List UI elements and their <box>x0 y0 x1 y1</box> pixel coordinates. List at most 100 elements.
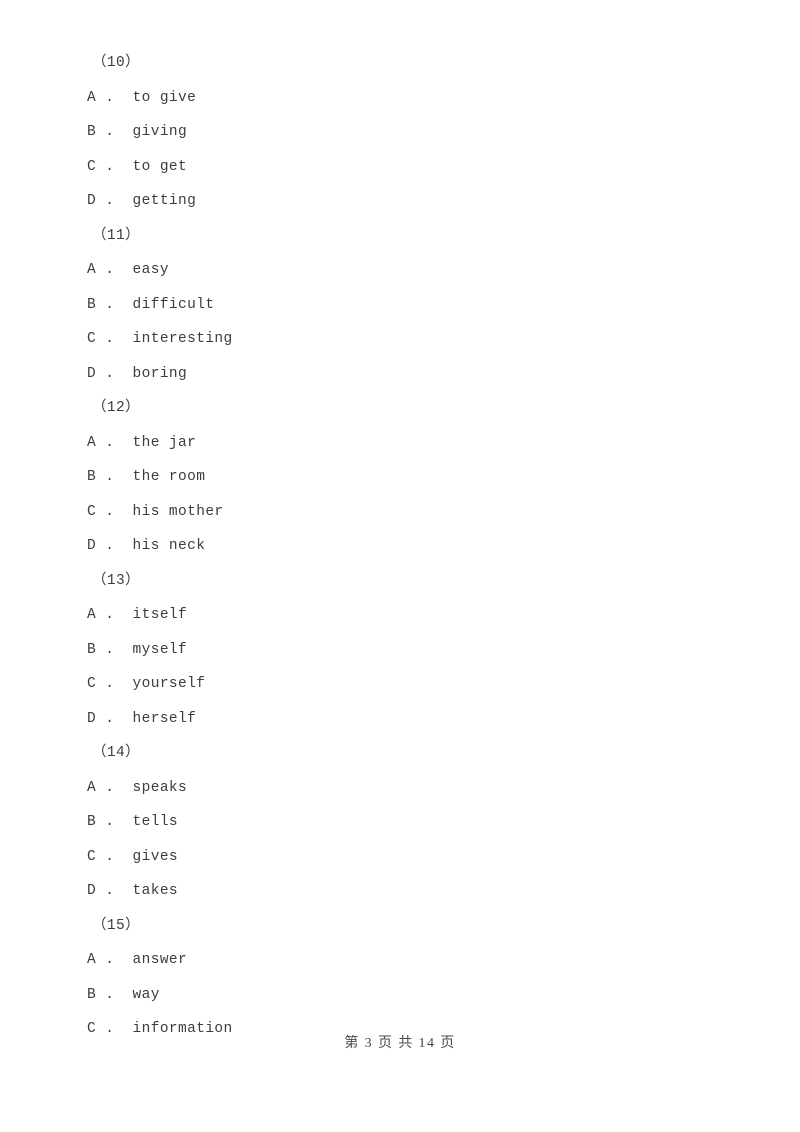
option-text: getting <box>132 193 197 209</box>
question-block: （13） A . itself B . myself C . yourself D . … <box>87 564 727 737</box>
option-letter: B <box>87 986 97 1003</box>
option-separator: . <box>96 641 133 658</box>
option-text: yourself <box>132 676 206 692</box>
option-text: gives <box>132 848 179 865</box>
document-page: （10） A . to give B . giving C . to get D . g… <box>0 0 800 1132</box>
page-footer: 第 3 页 共 14 页 <box>344 1036 456 1051</box>
option-separator: . <box>96 607 133 623</box>
question-number: （14） <box>92 745 141 761</box>
option-separator: . <box>96 538 133 554</box>
option-separator: . <box>96 158 133 175</box>
option-letter: A <box>87 952 97 968</box>
option-letter: B <box>87 469 97 485</box>
option-text: the room <box>132 469 206 485</box>
option-text: boring <box>132 365 188 382</box>
answer-option[interactable]: D . boring <box>87 357 727 392</box>
question-number: （10） <box>92 55 141 71</box>
option-separator: . <box>96 986 133 1003</box>
option-letter: B <box>87 124 97 140</box>
question-list: （10） A . to give B . giving C . to get D . g… <box>87 46 727 1047</box>
answer-option[interactable]: C . to get <box>87 150 727 185</box>
answer-option[interactable]: D . herself <box>87 702 727 737</box>
answer-option[interactable]: D . his neck <box>87 529 727 564</box>
option-letter: A <box>87 607 97 623</box>
option-separator: . <box>96 503 133 520</box>
answer-option[interactable]: B . way <box>87 978 727 1013</box>
option-separator: . <box>96 676 133 692</box>
option-text: easy <box>132 262 169 278</box>
option-text: his neck <box>132 538 206 554</box>
option-text: giving <box>132 124 188 140</box>
option-separator: . <box>96 779 133 796</box>
option-letter: C <box>87 676 97 692</box>
option-text: answer <box>132 952 188 968</box>
option-separator: . <box>96 365 133 382</box>
answer-option[interactable]: B . difficult <box>87 288 727 323</box>
option-letter: D <box>87 883 97 899</box>
option-letter: A <box>87 89 97 106</box>
option-separator: . <box>96 883 133 899</box>
option-text: takes <box>132 883 179 899</box>
option-letter: C <box>87 331 97 347</box>
option-separator: . <box>96 296 133 313</box>
option-separator: . <box>96 469 133 485</box>
option-text: itself <box>132 607 188 623</box>
question-block: （11） A . easy B . difficult C . interesting… <box>87 219 727 392</box>
option-letter: A <box>87 262 97 278</box>
option-letter: D <box>87 538 97 554</box>
option-text: tells <box>132 814 179 830</box>
question-number: （13） <box>92 572 141 589</box>
answer-option[interactable]: C . yourself <box>87 667 727 702</box>
question-block: （15） A . answer B . way C . information <box>87 909 727 1047</box>
answer-option[interactable]: D . getting <box>87 184 727 219</box>
answer-option[interactable]: A . easy <box>87 253 727 288</box>
answer-option[interactable]: B . myself <box>87 633 727 668</box>
option-separator: . <box>96 710 133 727</box>
answer-option[interactable]: A . the jar <box>87 426 727 461</box>
answer-option[interactable]: B . tells <box>87 805 727 840</box>
question-block: （12） A . the jar B . the room C . his mothe… <box>87 391 727 564</box>
question-number: （11） <box>92 227 141 244</box>
option-letter: B <box>87 296 97 313</box>
option-text: myself <box>132 641 188 658</box>
option-letter: C <box>87 848 97 865</box>
answer-option[interactable]: A . to give <box>87 81 727 116</box>
answer-option[interactable]: A . answer <box>87 943 727 978</box>
option-text: herself <box>132 710 197 727</box>
option-text: interesting <box>132 331 233 347</box>
answer-option[interactable]: B . the room <box>87 460 727 495</box>
option-letter: C <box>87 503 97 520</box>
option-text: difficult <box>132 296 215 313</box>
option-text: way <box>132 986 160 1003</box>
option-separator: . <box>96 262 133 278</box>
option-separator: . <box>96 89 133 106</box>
answer-option[interactable]: C . his mother <box>87 495 727 530</box>
option-letter: B <box>87 641 97 658</box>
option-text: speaks <box>132 779 188 796</box>
question-block: （14） A . speaks B . tells C . gives D . take… <box>87 736 727 909</box>
option-text: to get <box>132 158 188 175</box>
option-letter: D <box>87 193 97 209</box>
question-block: （10） A . to give B . giving C . to get D . g… <box>87 46 727 219</box>
option-separator: . <box>96 124 133 140</box>
option-letter: A <box>87 779 97 796</box>
answer-option[interactable]: A . speaks <box>87 771 727 806</box>
answer-option[interactable]: C . gives <box>87 840 727 875</box>
question-number: （15） <box>92 917 141 934</box>
answer-option[interactable]: A . itself <box>87 598 727 633</box>
question-number: （12） <box>92 400 141 416</box>
option-separator: . <box>96 952 133 968</box>
option-letter: B <box>87 814 97 830</box>
option-letter: D <box>87 365 97 382</box>
option-letter: A <box>87 434 97 451</box>
option-separator: . <box>96 814 133 830</box>
option-separator: . <box>96 193 133 209</box>
answer-option[interactable]: C . interesting <box>87 322 727 357</box>
option-separator: . <box>96 331 133 347</box>
answer-option[interactable]: B . giving <box>87 115 727 150</box>
option-separator: . <box>96 434 133 451</box>
option-text: his mother <box>132 503 224 520</box>
option-separator: . <box>96 848 133 865</box>
answer-option[interactable]: D . takes <box>87 874 727 909</box>
option-text: to give <box>132 89 197 106</box>
